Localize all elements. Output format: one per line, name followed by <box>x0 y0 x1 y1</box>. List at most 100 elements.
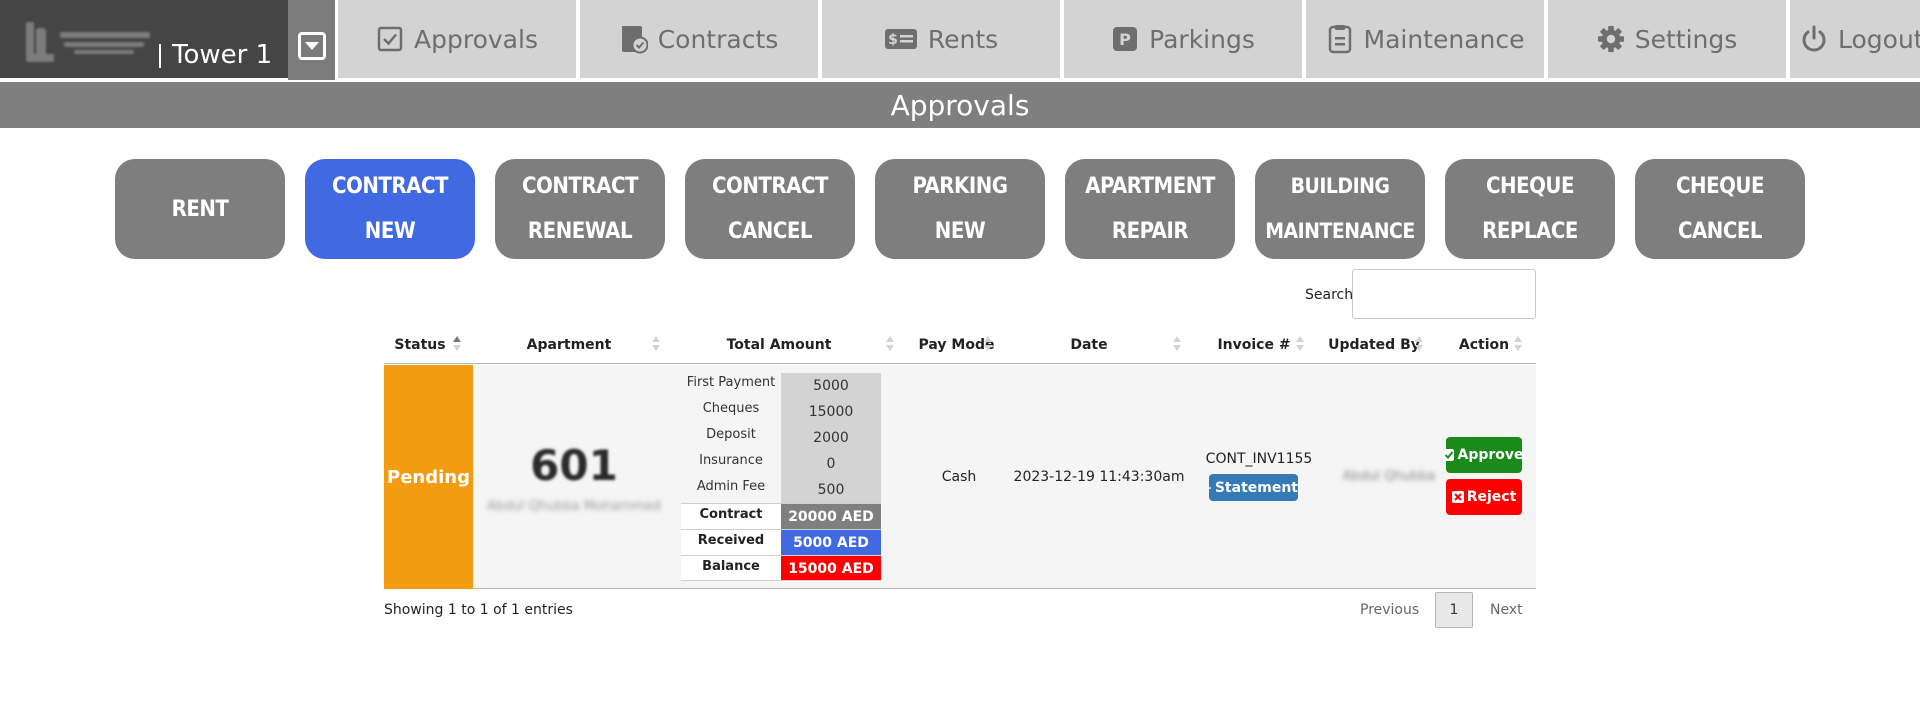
category-label-line2: NEW <box>364 219 416 244</box>
category-label-line1: APARTMENT <box>1085 174 1215 199</box>
amount-value: 15000 <box>781 399 881 425</box>
category-label-line1: CONTRACT <box>711 174 829 199</box>
entries-info: Showing 1 to 1 of 1 entries <box>384 602 573 618</box>
company-logo <box>26 22 150 62</box>
clipboard-icon <box>1326 25 1354 54</box>
document-icon <box>1209 486 1211 489</box>
amount-label: Insurance <box>699 453 763 468</box>
column-label: Updated By <box>1328 337 1420 353</box>
category-label-line1: RENT <box>171 196 229 222</box>
category-building-maintenance[interactable]: BUILDING MAINTENANCE <box>1255 159 1425 259</box>
category-cheque-cancel[interactable]: CHEQUE CANCEL <box>1635 159 1805 259</box>
amount-label: Cheques <box>702 401 760 416</box>
table-header: Status Apartment Total Amount Pay Mode D… <box>384 326 1536 364</box>
check-square-icon <box>376 25 404 53</box>
brand-separator <box>159 44 161 68</box>
nav-settings[interactable]: Settings <box>1548 0 1786 78</box>
category-contract-renewal[interactable]: CONTRACT RENEWAL <box>495 159 665 259</box>
statement-label: Statement <box>1214 479 1298 496</box>
balance-total-row: Balance 15000 AED <box>681 555 881 581</box>
total-label: Received <box>681 530 781 555</box>
sort-icon <box>886 336 894 354</box>
category-label-line2: REPAIR <box>1111 219 1189 244</box>
category-contract-cancel[interactable]: CONTRACT CANCEL <box>685 159 855 259</box>
total-value: 20000 AED <box>781 504 881 529</box>
nav-parkings[interactable]: P Parkings <box>1064 0 1302 78</box>
pagination-previous[interactable]: Previous <box>1360 602 1419 618</box>
category-label-line2: MAINTENANCE <box>1265 219 1415 243</box>
amount-label: First Payment <box>686 375 776 390</box>
statement-button[interactable]: Statement <box>1209 474 1298 501</box>
nav-logout[interactable]: Logout <box>1790 0 1920 78</box>
sort-icon <box>984 336 992 354</box>
amount-row: Insurance 0 <box>681 451 881 477</box>
pagination-next[interactable]: Next <box>1490 602 1523 618</box>
top-navbar: Tower 1 Approvals Contracts $ Rents P Pa… <box>0 0 1920 80</box>
pagination-page[interactable]: 1 <box>1435 592 1473 628</box>
nav-approvals[interactable]: Approvals <box>338 0 576 78</box>
category-label-line1: CONTRACT <box>331 174 449 199</box>
nav-contracts[interactable]: Contracts <box>580 0 818 78</box>
nav-label: Parkings <box>1149 24 1255 54</box>
column-header-status[interactable]: Status <box>384 326 456 364</box>
amount-label: Deposit <box>706 427 756 442</box>
category-rent[interactable]: RENT <box>115 159 285 259</box>
check-icon <box>1444 449 1455 461</box>
column-label: Invoice # <box>1217 337 1291 353</box>
category-label-line2: CANCEL <box>1677 219 1763 244</box>
column-header-pay-mode[interactable]: Pay Mode <box>904 326 1009 364</box>
nav-maintenance[interactable]: Maintenance <box>1306 0 1544 78</box>
category-apartment-repair[interactable]: APARTMENT REPAIR <box>1065 159 1235 259</box>
svg-text:$: $ <box>888 32 898 48</box>
nav-label: Approvals <box>414 24 538 54</box>
amount-row: Cheques 15000 <box>681 399 881 425</box>
parking-icon: P <box>1111 25 1139 53</box>
nav-label: Maintenance <box>1363 24 1525 54</box>
sort-icon <box>1296 336 1304 354</box>
sort-icon <box>1415 336 1423 354</box>
table-row: Pending 601 Abdul Qhubba Mohammed First … <box>384 365 1536 589</box>
nav-rents[interactable]: $ Rents <box>822 0 1060 78</box>
building-dropdown-button[interactable] <box>288 0 335 80</box>
category-label-line2: REPLACE <box>1482 219 1578 244</box>
building-name: Tower 1 <box>172 40 273 70</box>
status-badge: Pending <box>384 365 473 589</box>
reject-button[interactable]: Reject <box>1446 479 1522 515</box>
received-total-row: Received 5000 AED <box>681 529 881 555</box>
sort-icon <box>453 336 461 354</box>
sort-icon <box>652 336 660 354</box>
amount-value: 2000 <box>781 425 881 451</box>
column-header-apartment[interactable]: Apartment <box>474 326 664 364</box>
amount-row: First Payment 5000 <box>681 373 881 399</box>
date: 2023-12-19 11:43:30am <box>1013 469 1185 485</box>
brand-area: Tower 1 <box>0 0 288 80</box>
nav-label: Contracts <box>657 24 779 54</box>
search-input[interactable] <box>1352 269 1536 319</box>
approve-label: Approve <box>1457 447 1524 463</box>
amount-value: 500 <box>781 477 881 503</box>
column-header-date[interactable]: Date <box>1009 326 1169 364</box>
total-label: Contract <box>681 504 781 529</box>
contract-file-icon <box>620 25 648 54</box>
amount-value: 5000 <box>781 373 881 399</box>
sort-icon <box>1514 336 1522 354</box>
tenant-name: Abdul Qhubba Mohammed <box>487 499 661 514</box>
category-cheque-replace[interactable]: CHEQUE REPLACE <box>1445 159 1615 259</box>
column-label: Action <box>1458 337 1510 353</box>
approve-button[interactable]: Approve <box>1444 437 1524 473</box>
sort-icon <box>1173 336 1181 354</box>
search-label: Search: <box>1305 287 1358 303</box>
category-label-line2: CANCEL <box>727 219 813 244</box>
column-label: Total Amount <box>726 337 832 353</box>
close-icon <box>1451 491 1464 503</box>
column-header-total-amount[interactable]: Total Amount <box>669 326 889 364</box>
category-parking-new[interactable]: PARKING NEW <box>875 159 1045 259</box>
page-title: Approvals <box>0 82 1920 128</box>
power-icon <box>1800 25 1828 53</box>
pay-mode: Cash <box>941 469 977 485</box>
svg-text:P: P <box>1119 30 1131 49</box>
category-contract-new[interactable]: CONTRACT NEW <box>305 159 475 259</box>
amount-value: 0 <box>781 451 881 477</box>
category-label-line1: CHEQUE <box>1485 174 1575 199</box>
amount-breakdown: First Payment 5000 Cheques 15000 Deposit… <box>681 373 881 581</box>
